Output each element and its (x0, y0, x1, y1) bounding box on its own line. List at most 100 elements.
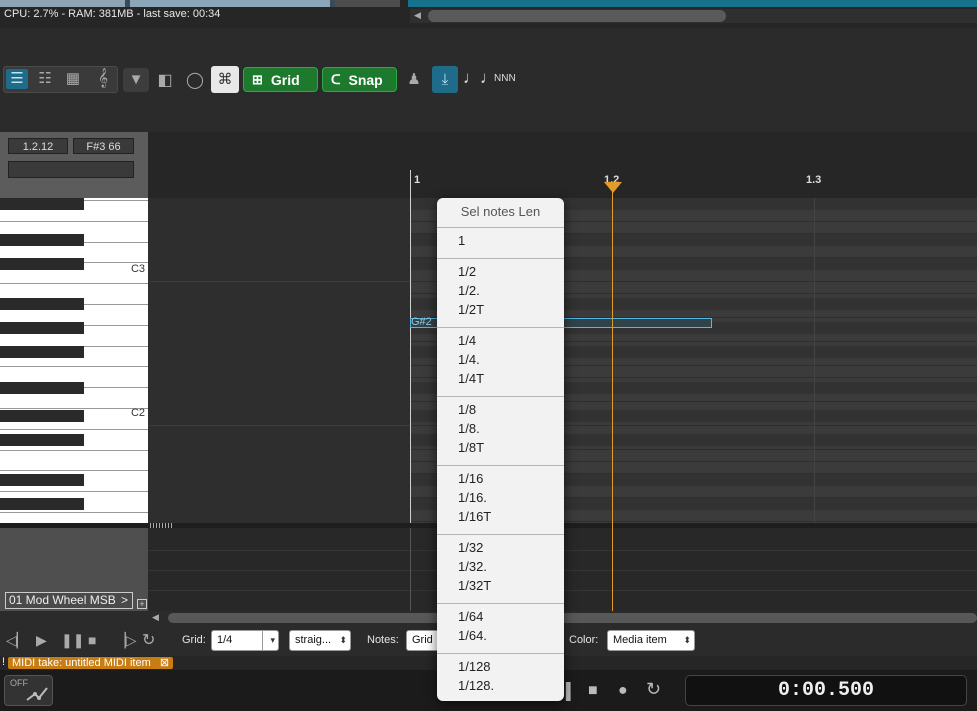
key-label-c2: C2 (130, 407, 145, 419)
snap-button[interactable]: ᑕ Snap (322, 67, 397, 92)
menu-item[interactable]: 1/2T (458, 302, 484, 317)
black-key[interactable] (0, 258, 84, 270)
piano-roll-info-panel: 1.2.12 F#3 66 (0, 132, 148, 198)
menu-item[interactable]: 1/16. (458, 490, 487, 505)
cc-lane-header: 01 Mod Wheel MSB > + (0, 528, 148, 611)
cc-lane-selector[interactable]: 01 Mod Wheel MSB > (5, 592, 133, 609)
midi-take-tab[interactable]: MIDI take: untitled MIDI item ⊠ (8, 657, 174, 669)
automation-off-button[interactable]: OFF (4, 675, 53, 706)
menu-item[interactable]: 1/16T (458, 509, 491, 524)
black-key[interactable] (0, 474, 84, 486)
black-key[interactable] (0, 234, 84, 246)
menu-item[interactable]: 1/16 (458, 471, 483, 486)
filter-icon[interactable]: ▼ (123, 68, 149, 92)
black-key[interactable] (0, 346, 84, 358)
lasso-icon[interactable]: ◯ (185, 70, 205, 90)
menu-separator (437, 465, 564, 466)
stop-icon[interactable]: ■ (88, 632, 96, 648)
grid-label: Grid: (182, 634, 206, 646)
menu-item[interactable]: 1 (458, 233, 465, 248)
named-notes-view-icon[interactable]: ☷ (34, 69, 56, 87)
menu-separator (437, 534, 564, 535)
step-input-icon[interactable]: ♟ (404, 70, 424, 88)
scroll-left-icon[interactable]: ◀ (414, 10, 421, 21)
chevron-right-icon: > (120, 593, 128, 607)
scrollbar-thumb[interactable] (428, 10, 726, 22)
chevron-updown-icon: ⬍ (683, 635, 691, 645)
snap-icon: ᑕ (331, 71, 341, 87)
black-key[interactable] (0, 298, 84, 310)
black-key[interactable] (0, 434, 84, 446)
menu-item[interactable]: 1/4. (458, 352, 480, 367)
pause-icon[interactable]: ▍ (566, 682, 578, 702)
link-edit-icon[interactable]: ⌘ (211, 66, 239, 93)
menu-item[interactable]: 1/8T (458, 440, 484, 455)
note-name-display-toggle[interactable]: NNN (494, 73, 516, 84)
loop-icon[interactable]: ↻ (142, 630, 155, 650)
forward-icon[interactable]: ▕▷ (115, 632, 137, 649)
color-label: Color: (569, 634, 599, 646)
menu-item[interactable]: 1/32. (458, 559, 487, 574)
white-key-divider (0, 491, 148, 493)
menu-item[interactable]: 1/2. (458, 283, 480, 298)
loop-icon[interactable]: ↻ (646, 679, 661, 700)
menu-item[interactable]: 1/128. (458, 678, 494, 693)
record-icon[interactable]: ● (618, 682, 628, 700)
scroll-left-icon[interactable]: ◀ (152, 612, 159, 623)
menu-separator (437, 258, 564, 259)
insert-note-icon[interactable]: ⤓ (432, 66, 458, 93)
chevron-updown-icon: ⬍ (339, 635, 347, 645)
rewind-icon[interactable]: ◁▏ (6, 632, 28, 649)
play-cursor-marker-icon[interactable] (604, 182, 622, 193)
drum-grid-view-icon[interactable]: ▦ (62, 69, 84, 87)
media-item[interactable] (335, 0, 400, 7)
envelope-icon (26, 687, 48, 701)
menu-item[interactable]: 1/2 (458, 264, 476, 279)
bar-marker: 1.3 (806, 174, 822, 186)
menu-item[interactable]: 1/32 (458, 540, 483, 555)
grid-icon: ⊞ (252, 71, 263, 87)
timeline-ruler[interactable]: 1 1.2 1.3 (148, 132, 977, 198)
warning-icon: ! (2, 656, 6, 668)
grid-select[interactable]: 1/4 ▾ (211, 630, 279, 651)
white-key-divider (0, 283, 148, 285)
note-length-icon[interactable]: ♩♩ (463, 68, 497, 88)
stop-icon[interactable]: ■ (588, 682, 598, 700)
black-key[interactable] (0, 498, 84, 510)
menu-item[interactable]: 1/4T (458, 371, 484, 386)
piano-roll-view-icon[interactable]: ☰ (6, 69, 28, 89)
media-item[interactable] (0, 0, 125, 7)
black-key[interactable] (0, 322, 84, 334)
sel-notes-length-menu: Sel notes Len 1 1/2 1/2. 1/2T 1/4 1/4. 1/4T 1/8… (437, 198, 564, 701)
menu-item[interactable]: 1/64 (458, 609, 483, 624)
black-key[interactable] (0, 382, 84, 394)
event-list-icon[interactable]: ◧ (155, 70, 175, 90)
black-key[interactable] (0, 410, 84, 422)
color-select[interactable]: Media item ⬍ (607, 630, 695, 651)
menu-item[interactable]: 1/8. (458, 421, 480, 436)
menu-item[interactable]: 1/4 (458, 333, 476, 348)
notation-view-icon[interactable]: 𝄞 (92, 68, 114, 88)
top-horizontal-scrollbar[interactable]: ◀ (410, 9, 977, 23)
menu-item[interactable]: 1/64. (458, 628, 487, 643)
black-key[interactable] (0, 198, 84, 210)
chevron-down-icon: ▾ (270, 635, 275, 645)
pause-icon[interactable]: ❚❚ (61, 632, 84, 649)
notes-label: Notes: (367, 634, 399, 646)
piano-keyboard[interactable]: C3 C2 (0, 198, 148, 523)
close-icon[interactable]: ⊠ (160, 657, 169, 669)
play-icon[interactable]: ▶ (36, 632, 47, 649)
bar-line (410, 528, 411, 611)
octave-line (148, 281, 410, 282)
bar-marker: 1 (414, 174, 421, 186)
menu-item[interactable]: 1/128 (458, 659, 491, 674)
menu-item[interactable]: 1/8 (458, 402, 476, 417)
add-lane-icon[interactable]: + (137, 599, 147, 609)
menu-title: Sel notes Len (460, 204, 541, 219)
media-item[interactable] (130, 0, 330, 7)
swing-select[interactable]: straig... ⬍ (289, 630, 351, 651)
white-key-divider (0, 220, 148, 222)
grid-button[interactable]: ⊞ Grid (243, 67, 318, 92)
menu-item[interactable]: 1/32T (458, 578, 491, 593)
scrollbar-thumb[interactable] (168, 613, 977, 623)
